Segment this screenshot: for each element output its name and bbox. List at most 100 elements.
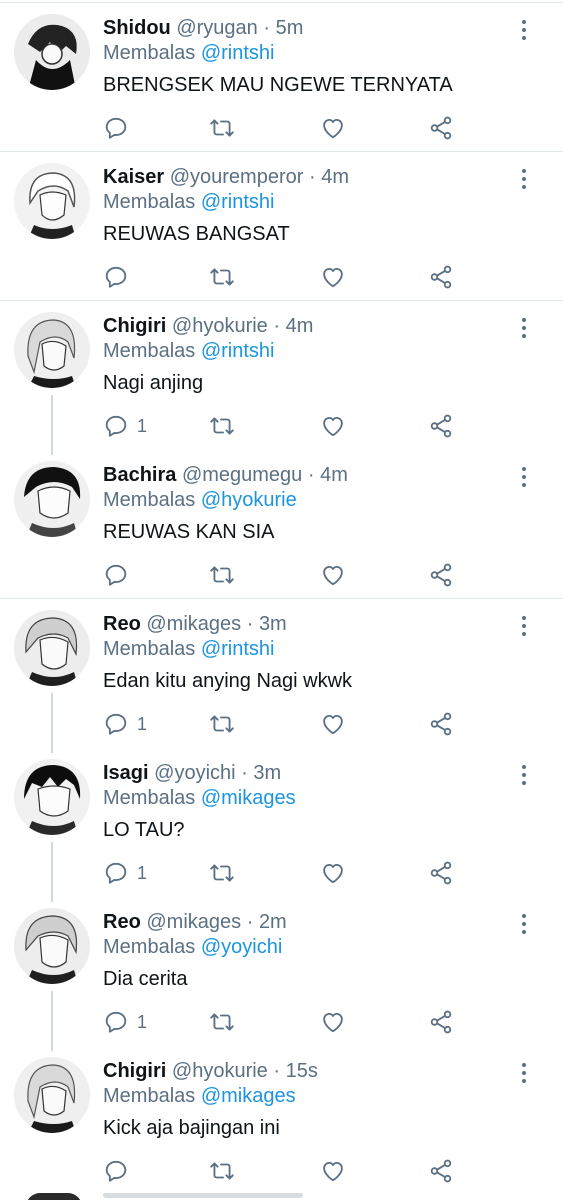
heart-icon	[323, 1161, 343, 1182]
author-name[interactable]: Reo	[103, 613, 141, 635]
timestamp[interactable]: 4m	[286, 315, 314, 337]
share-button[interactable]	[428, 860, 454, 886]
more-options-icon[interactable]	[521, 616, 527, 636]
timestamp[interactable]: 15s	[286, 1060, 318, 1082]
tweet[interactable]: Chigiri @hyokurie · 15s Membalas @mikage…	[0, 1046, 563, 1195]
reply-button[interactable]: 1	[103, 1009, 147, 1035]
like-button[interactable]	[320, 1158, 346, 1184]
retweet-button[interactable]	[209, 711, 235, 737]
like-button[interactable]	[320, 115, 346, 141]
reply-button[interactable]	[103, 115, 137, 141]
reply-mention[interactable]: @rintshi	[201, 42, 275, 64]
timestamp[interactable]: 4m	[320, 464, 348, 486]
retweet-button[interactable]	[209, 1158, 235, 1184]
more-options-icon[interactable]	[521, 318, 527, 338]
reply-button[interactable]	[103, 562, 137, 588]
tweet[interactable]: Reo @mikages · 3m Membalas @rintshi Edan…	[0, 599, 563, 753]
avatar[interactable]	[14, 312, 90, 388]
share-button[interactable]	[428, 413, 454, 439]
retweet-button[interactable]	[209, 562, 235, 588]
share-icon	[430, 414, 452, 438]
author-handle[interactable]: @hyokurie	[172, 1060, 268, 1082]
timestamp[interactable]: 5m	[276, 17, 304, 39]
reply-button[interactable]: 1	[103, 413, 147, 439]
share-button[interactable]	[428, 1009, 454, 1035]
share-button[interactable]	[428, 1158, 454, 1184]
tweet-text: LO TAU?	[103, 819, 185, 841]
reply-mention[interactable]: @rintshi	[201, 340, 275, 362]
author-handle[interactable]: @mikages	[146, 911, 241, 933]
share-button[interactable]	[428, 711, 454, 737]
reply-mention[interactable]: @hyokurie	[201, 489, 297, 511]
avatar[interactable]	[14, 461, 90, 537]
tweet[interactable]: Chigiri @hyokurie · 4m Membalas @rintshi…	[0, 301, 563, 455]
more-options-icon[interactable]	[521, 914, 527, 934]
tweet[interactable]: Reo @mikages · 2m Membalas @yoyichi Dia …	[0, 897, 563, 1051]
author-name[interactable]: Reo	[103, 911, 141, 933]
tweet-header: Reo @mikages · 2m	[103, 910, 523, 935]
author-handle[interactable]: @yoyichi	[154, 762, 235, 784]
author-name[interactable]: Chigiri	[103, 315, 166, 337]
author-name[interactable]: Chigiri	[103, 1060, 166, 1082]
timestamp[interactable]: 2m	[259, 911, 287, 933]
next-tweet-peek	[0, 1193, 563, 1200]
avatar[interactable]	[14, 908, 90, 984]
tweet[interactable]: Shidou @ryugan · 5m Membalas @rintshi BR…	[0, 3, 563, 152]
avatar[interactable]	[14, 14, 90, 90]
more-options-icon[interactable]	[521, 467, 527, 487]
heart-icon	[323, 1012, 343, 1033]
like-button[interactable]	[320, 860, 346, 886]
author-name[interactable]: Shidou	[103, 17, 171, 39]
reply-button[interactable]	[103, 264, 137, 290]
reply-mention[interactable]: @mikages	[201, 787, 296, 809]
dot-separator: ·	[241, 762, 248, 784]
retweet-button[interactable]	[209, 1009, 235, 1035]
like-button[interactable]	[320, 264, 346, 290]
reply-mention[interactable]: @yoyichi	[201, 936, 282, 958]
author-name[interactable]: Kaiser	[103, 166, 164, 188]
reply-mention[interactable]: @mikages	[201, 1085, 296, 1107]
avatar[interactable]	[14, 1057, 90, 1133]
more-options-icon[interactable]	[521, 20, 527, 40]
thread-line	[51, 693, 53, 753]
tweet[interactable]: Isagi @yoyichi · 3m Membalas @mikages LO…	[0, 748, 563, 902]
reply-button[interactable]: 1	[103, 711, 147, 737]
tweet-content: Bachira @megumegu · 4m Membalas @hyokuri…	[103, 463, 523, 545]
author-handle[interactable]: @youremperor	[170, 166, 304, 188]
author-handle[interactable]: @hyokurie	[172, 315, 268, 337]
share-button[interactable]	[428, 264, 454, 290]
timestamp[interactable]: 3m	[253, 762, 281, 784]
author-handle[interactable]: @ryugan	[176, 17, 257, 39]
retweet-button[interactable]	[209, 860, 235, 886]
avatar[interactable]	[14, 163, 90, 239]
retweet-button[interactable]	[209, 264, 235, 290]
like-button[interactable]	[320, 562, 346, 588]
retweet-button[interactable]	[209, 413, 235, 439]
avatar[interactable]	[14, 759, 90, 835]
more-options-icon[interactable]	[521, 1063, 527, 1083]
timestamp[interactable]: 4m	[321, 166, 349, 188]
author-handle[interactable]: @megumegu	[182, 464, 302, 486]
clipped-tweet-header	[103, 1193, 303, 1198]
timestamp[interactable]: 3m	[259, 613, 287, 635]
avatar[interactable]	[14, 610, 90, 686]
like-button[interactable]	[320, 711, 346, 737]
like-button[interactable]	[320, 1009, 346, 1035]
like-button[interactable]	[320, 413, 346, 439]
retweet-button[interactable]	[209, 115, 235, 141]
reply-button[interactable]	[103, 1158, 137, 1184]
reply-button[interactable]: 1	[103, 860, 147, 886]
more-options-icon[interactable]	[521, 169, 527, 189]
tweet-content: Shidou @ryugan · 5m Membalas @rintshi BR…	[103, 16, 523, 98]
tweet-text: Edan kitu anying Nagi wkwk	[103, 670, 353, 692]
author-name[interactable]: Isagi	[103, 762, 149, 784]
author-handle[interactable]: @mikages	[146, 613, 241, 635]
share-button[interactable]	[428, 562, 454, 588]
tweet[interactable]: Bachira @megumegu · 4m Membalas @hyokuri…	[0, 450, 563, 599]
reply-mention[interactable]: @rintshi	[201, 638, 275, 660]
tweet[interactable]: Kaiser @youremperor · 4m Membalas @rints…	[0, 152, 563, 301]
author-name[interactable]: Bachira	[103, 464, 176, 486]
share-button[interactable]	[428, 115, 454, 141]
reply-mention[interactable]: @rintshi	[201, 191, 275, 213]
more-options-icon[interactable]	[521, 765, 527, 785]
